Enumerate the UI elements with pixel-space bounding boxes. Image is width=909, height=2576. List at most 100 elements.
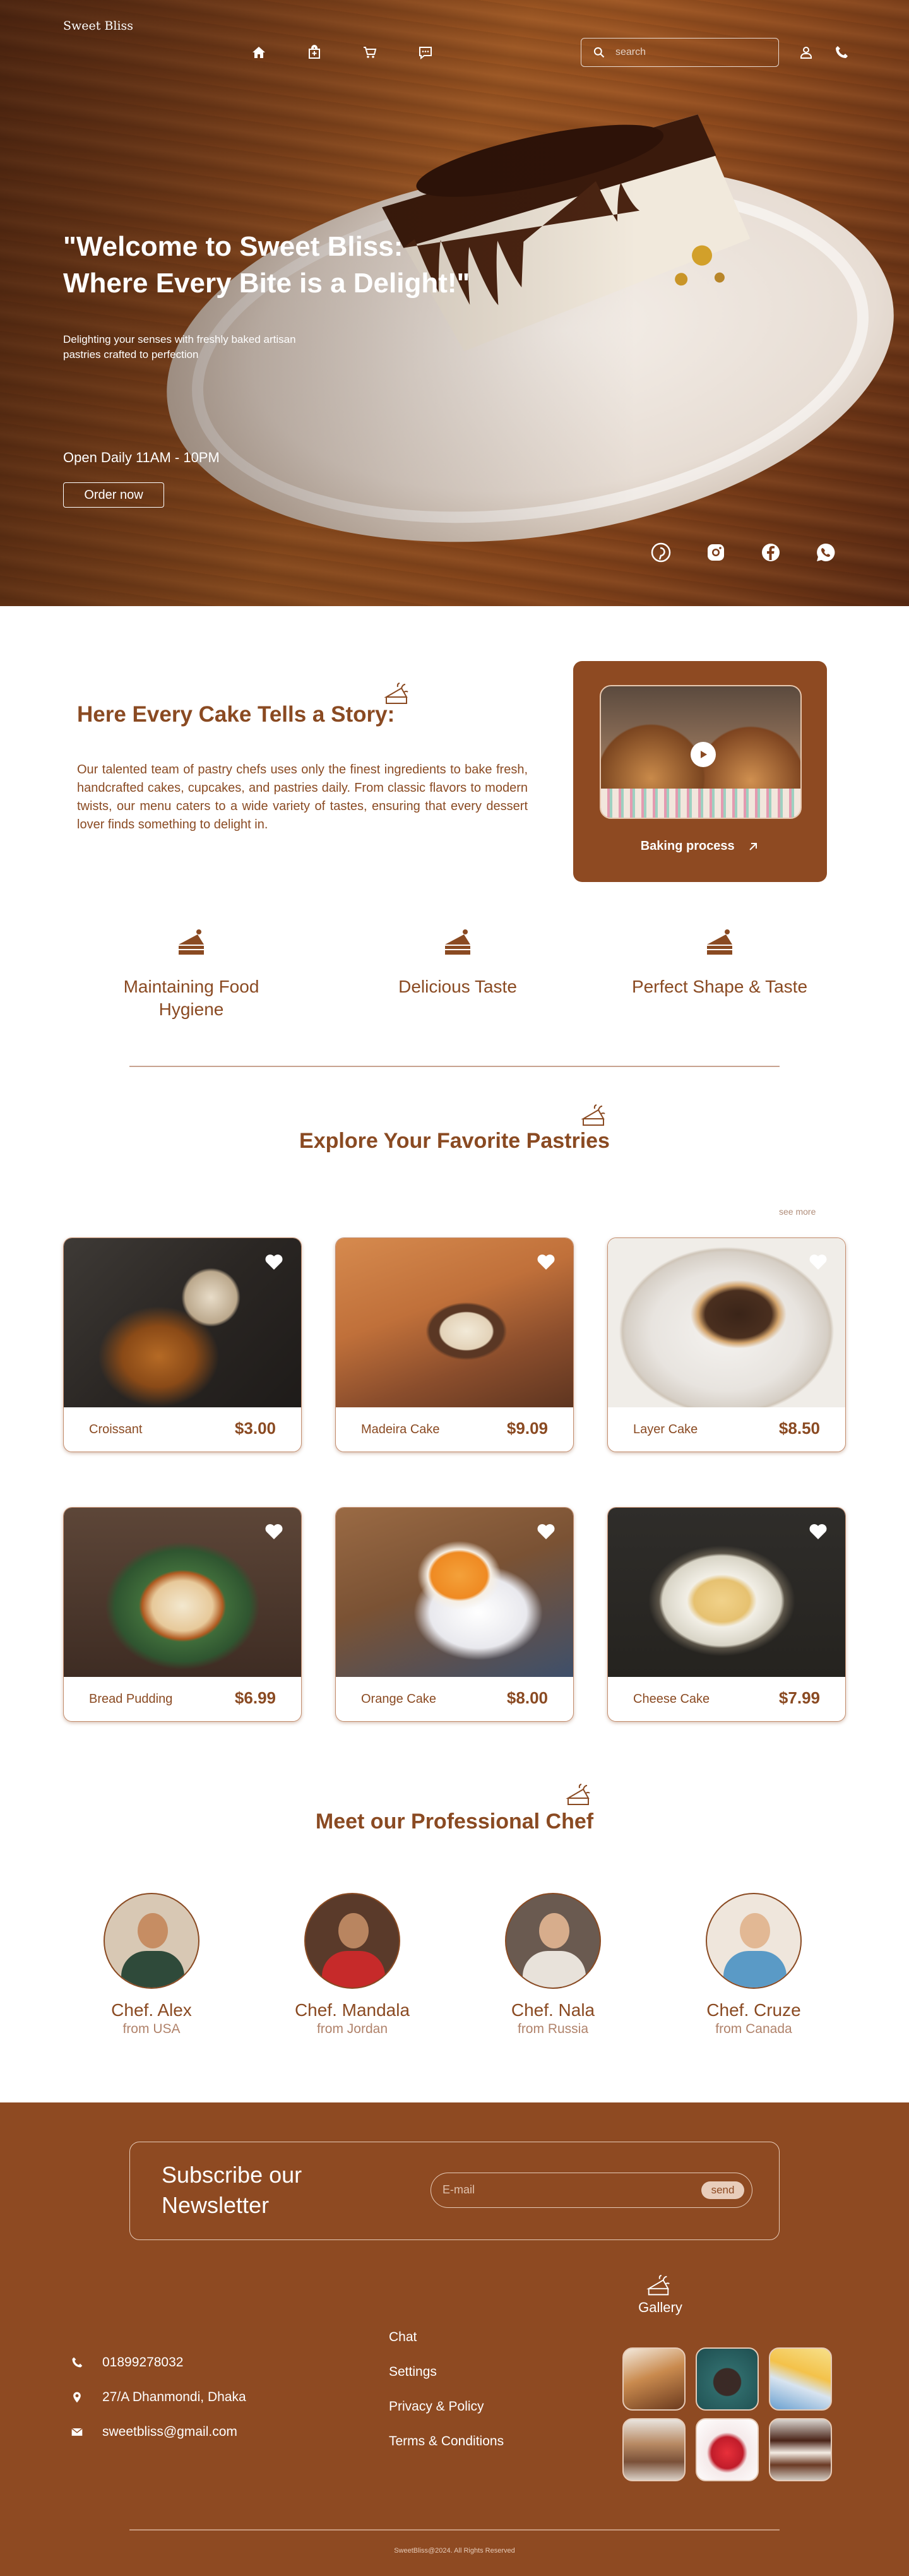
avatar-head [138,1913,168,1948]
chef-card[interactable]: Chef. Nala from Russia [477,1893,629,2037]
chef-origin: from Jordan [316,2022,388,2036]
chef-origin: from Canada [715,2022,792,2036]
heart-icon[interactable] [537,1253,556,1271]
heart-icon[interactable] [537,1523,556,1541]
section-divider [129,1066,780,1067]
play-icon[interactable] [691,742,716,767]
contact-phone[interactable]: 01899278032 [71,2355,183,2370]
hero-shade-overlay [0,0,909,606]
product-card-croissant[interactable]: Croissant $3.00 [63,1237,302,1452]
search-icon[interactable] [593,46,605,59]
contact-email[interactable]: sweetbliss@gmail.com [71,2424,237,2440]
email-address: sweetbliss@gmail.com [102,2424,237,2439]
home-icon[interactable] [249,43,268,62]
search-input[interactable] [615,47,754,58]
facebook-icon[interactable] [760,542,781,563]
whatsapp-icon[interactable] [815,542,836,563]
chef-name: Chef. Nala [511,2000,595,2020]
avatar-head [338,1913,369,1948]
shopping-bag-icon[interactable] [305,43,324,62]
product-card-orange-cake[interactable]: Orange Cake $8.00 [335,1507,574,1722]
avatar-body [121,1951,184,1988]
cake-icon [625,927,814,963]
heart-icon[interactable] [809,1523,828,1541]
feature-shape: Perfect Shape & Taste [625,927,814,998]
gallery-thumbnail[interactable] [622,2347,686,2411]
gallery-title: Gallery [638,2299,682,2315]
cupcake-liners [601,789,800,818]
chef-card[interactable]: Chef. Mandala from Jordan [276,1893,428,2037]
product-card-cheese-cake[interactable]: Cheese Cake $7.99 [607,1507,846,1722]
product-card-layer-cake[interactable]: Layer Cake $8.50 [607,1237,846,1452]
footer-link-privacy[interactable]: Privacy & Policy [389,2399,504,2414]
avatar-head [740,1913,770,1948]
cart-icon[interactable] [360,43,379,62]
feature-hygiene: Maintaining Food Hygiene [97,927,286,1021]
video-thumbnail [600,685,802,819]
product-price: $7.99 [778,1688,820,1707]
product-name: Layer Cake [633,1422,698,1436]
cake-slice-icon [564,1782,592,1813]
avatar-body [523,1951,586,1988]
site-logo[interactable]: Sweet Bliss [63,19,133,33]
avatar [505,1893,601,1989]
newsletter-box: Subscribe our Newsletter send [129,2142,780,2240]
chat-icon[interactable] [416,43,435,62]
gallery-thumbnail[interactable] [696,2347,759,2411]
contact-address[interactable]: 27/A Dhanmondi, Dhaka [71,2390,246,2405]
chefs-title: Meet our Professional Chef [315,1810,594,1834]
opening-hours: Open Daily 11AM - 10PM [63,450,220,465]
heart-icon[interactable] [809,1253,828,1271]
site-footer: Subscribe our Newsletter send 0189927803… [0,2102,909,2576]
pinterest-icon[interactable] [650,542,672,563]
copyright: SweetBliss@2024. All Rights Reserved [394,2547,515,2555]
avatar-body [322,1951,385,1988]
hero-title-line2: Where Every Bite is a Delight!" [63,268,470,299]
story-title: Here Every Cake Tells a Story: [77,702,395,727]
product-name: Madeira Cake [361,1422,440,1436]
avatar [304,1893,400,1989]
heart-icon[interactable] [264,1253,283,1271]
instagram-icon[interactable] [705,542,727,563]
product-card-madeira-cake[interactable]: Madeira Cake $9.09 [335,1237,574,1452]
main-nav [249,43,435,62]
gallery-thumbnail[interactable] [769,2418,832,2481]
see-more-link[interactable]: see more [779,1207,816,1217]
footer-link-chat[interactable]: Chat [389,2330,504,2345]
product-card-bread-pudding[interactable]: Bread Pudding $6.99 [63,1507,302,1722]
gallery-thumbnail[interactable] [622,2418,686,2481]
order-now-button[interactable]: Order now [63,482,164,508]
phone-number: 01899278032 [102,2355,184,2370]
footer-link-settings[interactable]: Settings [389,2364,504,2380]
footer-divider [129,2529,780,2531]
newsletter-field: send [431,2173,752,2208]
send-button[interactable]: send [701,2181,744,2199]
product-name: Croissant [89,1422,143,1436]
footer-links: Chat Settings Privacy & Policy Terms & C… [389,2330,504,2469]
heart-icon[interactable] [264,1523,283,1541]
footer-link-terms[interactable]: Terms & Conditions [389,2434,504,2449]
feature-taste: Delicious Taste [363,927,552,998]
avatar [104,1893,199,1989]
avatar-body [723,1951,787,1988]
product-name: Orange Cake [361,1692,436,1706]
product-price: $8.50 [778,1419,820,1438]
feature-label: Delicious Taste [398,977,517,996]
chef-origin: from USA [122,2022,181,2036]
baking-process-video-card[interactable]: Baking process [573,661,827,882]
user-icon[interactable] [797,43,816,62]
phone-icon[interactable] [832,43,851,62]
email-input[interactable] [443,2183,682,2197]
product-name: Bread Pudding [89,1692,173,1706]
product-price: $9.09 [506,1419,548,1438]
avatar [706,1893,802,1989]
location-pin-icon [73,2392,81,2403]
gallery-thumbnail[interactable] [696,2418,759,2481]
pastries-title: Explore Your Favorite Pastries [299,1129,610,1153]
address: 27/A Dhanmondi, Dhaka [102,2390,246,2404]
chef-card[interactable]: Chef. Cruze from Canada [678,1893,829,2037]
chef-card[interactable]: Chef. Alex from USA [76,1893,227,2037]
hero-section: Sweet Bliss "Welcome to Sweet Bliss: Whe… [0,0,909,606]
gallery-thumbnail[interactable] [769,2347,832,2411]
video-label-text: Baking process [640,839,735,854]
